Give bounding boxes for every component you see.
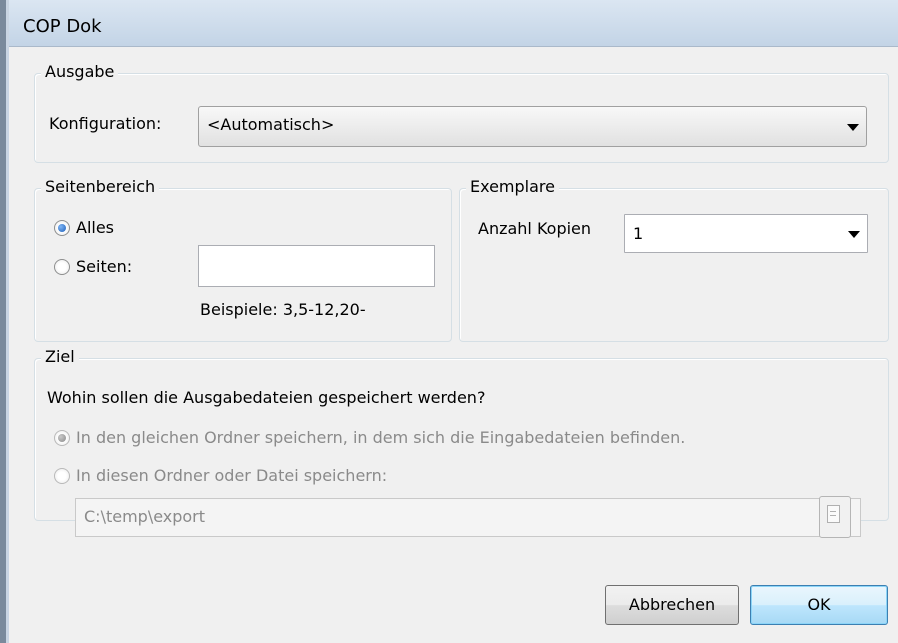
radio-seiten-label[interactable]: Seiten:: [76, 257, 132, 276]
radio-same-folder-label[interactable]: In den gleichen Ordner speichern, in dem…: [76, 428, 685, 447]
configuration-label: Konfiguration:: [49, 114, 162, 133]
copies-label: Anzahl Kopien: [478, 219, 592, 238]
ausgabe-legend: Ausgabe: [41, 61, 119, 83]
page-range-examples: Beispiele: 3,5-12,20-: [200, 300, 366, 319]
copies-dropdown-value: 1: [633, 224, 644, 243]
radio-selected-indicator: [58, 224, 66, 232]
configuration-dropdown-value: <Automatisch>: [207, 115, 335, 134]
chevron-down-icon: [848, 231, 860, 238]
destination-question: Wohin sollen die Ausgabedateien gespeich…: [47, 388, 486, 407]
title-bar[interactable]: COP Dok: [9, 0, 898, 47]
ok-button[interactable]: OK: [750, 585, 888, 625]
seitenbereich-legend: Seitenbereich: [41, 176, 160, 198]
radio-seiten[interactable]: [54, 259, 70, 275]
configuration-dropdown[interactable]: <Automatisch>: [198, 106, 867, 147]
exemplare-group: Exemplare: [459, 176, 889, 342]
dialog-client-area: Ausgabe Konfiguration: <Automatisch> Sei…: [9, 47, 898, 643]
radio-alles-label[interactable]: Alles: [76, 218, 114, 237]
copies-dropdown[interactable]: 1: [624, 214, 868, 253]
radio-custom-folder-label[interactable]: In diesen Ordner oder Datei speichern:: [76, 466, 387, 485]
output-path-value: C:\temp\export: [84, 507, 206, 526]
pages-input[interactable]: [198, 245, 435, 287]
document-icon: [827, 505, 840, 523]
radio-same-folder[interactable]: [54, 430, 70, 446]
output-path-input[interactable]: C:\temp\export: [75, 498, 861, 537]
chevron-down-icon: [847, 124, 859, 131]
browse-button[interactable]: [819, 496, 851, 538]
window-title: COP Dok: [23, 16, 102, 37]
radio-alles[interactable]: [54, 220, 70, 236]
cancel-button[interactable]: Abbrechen: [605, 585, 739, 625]
radio-custom-folder[interactable]: [54, 468, 70, 484]
ziel-legend: Ziel: [41, 346, 79, 368]
radio-selected-indicator: [58, 434, 66, 442]
exemplare-legend: Exemplare: [466, 176, 559, 198]
